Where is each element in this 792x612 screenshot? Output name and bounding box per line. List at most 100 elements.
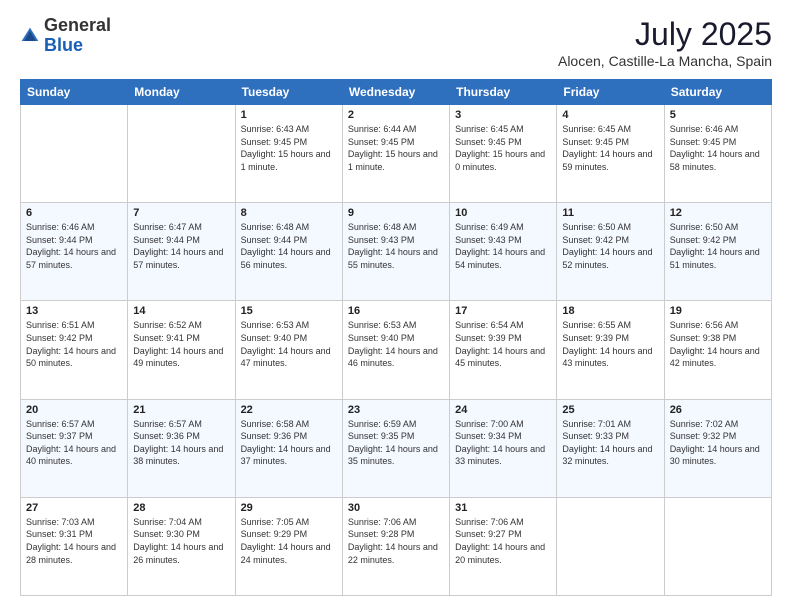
col-friday: Friday: [557, 80, 664, 105]
day-info: Sunrise: 6:43 AM Sunset: 9:45 PM Dayligh…: [241, 123, 337, 173]
calendar-cell: 6Sunrise: 6:46 AM Sunset: 9:44 PM Daylig…: [21, 203, 128, 301]
day-number: 8: [241, 207, 337, 219]
day-info: Sunrise: 6:50 AM Sunset: 9:42 PM Dayligh…: [670, 221, 766, 271]
calendar-cell: 1 Sunrise: 6:43 AM Sunset: 9:45 PM Daylig…: [235, 105, 342, 203]
calendar-week-2: 13 Sunrise: 6:51 AM Sunset: 9:42 PM Dayli…: [21, 301, 772, 399]
day-number: 31: [455, 502, 551, 514]
calendar-cell: 15Sunrise: 6:53 AM Sunset: 9:40 PM Dayli…: [235, 301, 342, 399]
day-number: 11: [562, 207, 658, 219]
logo: General Blue: [20, 16, 111, 56]
day-number: 20: [26, 404, 122, 416]
day-number: 24: [455, 404, 551, 416]
day-info: Sunrise: 6:46 AM Sunset: 9:44 PM Dayligh…: [26, 221, 122, 271]
day-info: Sunrise: 7:01 AM Sunset: 9:33 PM Dayligh…: [562, 418, 658, 468]
calendar-cell: 18Sunrise: 6:55 AM Sunset: 9:39 PM Dayli…: [557, 301, 664, 399]
calendar-cell: 8 Sunrise: 6:48 AM Sunset: 9:44 PM Daylig…: [235, 203, 342, 301]
calendar-cell: 26Sunrise: 7:02 AM Sunset: 9:32 PM Dayli…: [664, 399, 771, 497]
day-info: Sunrise: 6:55 AM Sunset: 9:39 PM Dayligh…: [562, 319, 658, 369]
logo-icon: [20, 26, 40, 46]
calendar-cell: [21, 105, 128, 203]
calendar-cell: 28Sunrise: 7:04 AM Sunset: 9:30 PM Dayli…: [128, 497, 235, 595]
col-wednesday: Wednesday: [342, 80, 449, 105]
day-number: 16: [348, 305, 444, 317]
day-number: 17: [455, 305, 551, 317]
day-number: 26: [670, 404, 766, 416]
day-number: 2: [348, 109, 444, 121]
day-info: Sunrise: 6:58 AM Sunset: 9:36 PM Dayligh…: [241, 418, 337, 468]
day-number: 4: [562, 109, 658, 121]
logo-text: General Blue: [44, 16, 111, 56]
col-thursday: Thursday: [450, 80, 557, 105]
day-number: 14: [133, 305, 229, 317]
header: General Blue July 2025 Alocen, Castille-…: [20, 16, 772, 69]
day-info: Sunrise: 6:48 AM Sunset: 9:43 PM Dayligh…: [348, 221, 444, 271]
day-number: 27: [26, 502, 122, 514]
day-number: 15: [241, 305, 337, 317]
col-monday: Monday: [128, 80, 235, 105]
calendar-cell: 29 Sunrise: 7:05 AM Sunset: 9:29 PM Dayli…: [235, 497, 342, 595]
day-number: 5: [670, 109, 766, 121]
day-number: 22: [241, 404, 337, 416]
day-number: 28: [133, 502, 229, 514]
calendar-cell: 30 Sunrise: 7:06 AM Sunset: 9:28 PM Dayli…: [342, 497, 449, 595]
day-info: Sunrise: 6:57 AM Sunset: 9:36 PM Dayligh…: [133, 418, 229, 468]
calendar-cell: 16Sunrise: 6:53 AM Sunset: 9:40 PM Dayli…: [342, 301, 449, 399]
calendar-cell: [664, 497, 771, 595]
day-info: Sunrise: 6:57 AM Sunset: 9:37 PM Dayligh…: [26, 418, 122, 468]
calendar-cell: 13 Sunrise: 6:51 AM Sunset: 9:42 PM Dayli…: [21, 301, 128, 399]
day-info: Sunrise: 7:06 AM Sunset: 9:28 PM Dayligh…: [348, 516, 444, 566]
calendar-cell: 2 Sunrise: 6:44 AM Sunset: 9:45 PM Daylig…: [342, 105, 449, 203]
calendar-cell: 5Sunrise: 6:46 AM Sunset: 9:45 PM Daylig…: [664, 105, 771, 203]
calendar-cell: 23 Sunrise: 6:59 AM Sunset: 9:35 PM Dayli…: [342, 399, 449, 497]
calendar-cell: 20 Sunrise: 6:57 AM Sunset: 9:37 PM Dayli…: [21, 399, 128, 497]
calendar-cell: 11 Sunrise: 6:50 AM Sunset: 9:42 PM Dayli…: [557, 203, 664, 301]
day-info: Sunrise: 7:00 AM Sunset: 9:34 PM Dayligh…: [455, 418, 551, 468]
day-number: 9: [348, 207, 444, 219]
page: General Blue July 2025 Alocen, Castille-…: [0, 0, 792, 612]
day-number: 30: [348, 502, 444, 514]
month-title: July 2025: [558, 16, 772, 53]
calendar-table: Sunday Monday Tuesday Wednesday Thursday…: [20, 79, 772, 596]
day-number: 13: [26, 305, 122, 317]
day-number: 23: [348, 404, 444, 416]
day-number: 29: [241, 502, 337, 514]
calendar-cell: 4 Sunrise: 6:45 AM Sunset: 9:45 PM Daylig…: [557, 105, 664, 203]
calendar-week-3: 20 Sunrise: 6:57 AM Sunset: 9:37 PM Dayli…: [21, 399, 772, 497]
calendar-cell: 17 Sunrise: 6:54 AM Sunset: 9:39 PM Dayli…: [450, 301, 557, 399]
day-info: Sunrise: 6:44 AM Sunset: 9:45 PM Dayligh…: [348, 123, 444, 173]
calendar-cell: [557, 497, 664, 595]
day-info: Sunrise: 6:54 AM Sunset: 9:39 PM Dayligh…: [455, 319, 551, 369]
day-info: Sunrise: 6:51 AM Sunset: 9:42 PM Dayligh…: [26, 319, 122, 369]
calendar-cell: 19Sunrise: 6:56 AM Sunset: 9:38 PM Dayli…: [664, 301, 771, 399]
day-number: 21: [133, 404, 229, 416]
calendar-cell: 7Sunrise: 6:47 AM Sunset: 9:44 PM Daylig…: [128, 203, 235, 301]
day-info: Sunrise: 7:06 AM Sunset: 9:27 PM Dayligh…: [455, 516, 551, 566]
calendar-cell: [128, 105, 235, 203]
day-info: Sunrise: 6:48 AM Sunset: 9:44 PM Dayligh…: [241, 221, 337, 271]
col-tuesday: Tuesday: [235, 80, 342, 105]
day-number: 10: [455, 207, 551, 219]
calendar-cell: 21 Sunrise: 6:57 AM Sunset: 9:36 PM Dayli…: [128, 399, 235, 497]
calendar-cell: 9 Sunrise: 6:48 AM Sunset: 9:43 PM Daylig…: [342, 203, 449, 301]
day-number: 1: [241, 109, 337, 121]
location-title: Alocen, Castille-La Mancha, Spain: [558, 53, 772, 69]
day-info: Sunrise: 6:45 AM Sunset: 9:45 PM Dayligh…: [562, 123, 658, 173]
day-info: Sunrise: 6:45 AM Sunset: 9:45 PM Dayligh…: [455, 123, 551, 173]
day-number: 25: [562, 404, 658, 416]
calendar-cell: 25 Sunrise: 7:01 AM Sunset: 9:33 PM Dayli…: [557, 399, 664, 497]
title-block: July 2025 Alocen, Castille-La Mancha, Sp…: [558, 16, 772, 69]
calendar-cell: 3Sunrise: 6:45 AM Sunset: 9:45 PM Daylig…: [450, 105, 557, 203]
day-info: Sunrise: 6:59 AM Sunset: 9:35 PM Dayligh…: [348, 418, 444, 468]
day-info: Sunrise: 6:50 AM Sunset: 9:42 PM Dayligh…: [562, 221, 658, 271]
calendar-cell: 24 Sunrise: 7:00 AM Sunset: 9:34 PM Dayli…: [450, 399, 557, 497]
day-number: 12: [670, 207, 766, 219]
day-number: 19: [670, 305, 766, 317]
calendar-cell: 22 Sunrise: 6:58 AM Sunset: 9:36 PM Dayli…: [235, 399, 342, 497]
day-info: Sunrise: 7:03 AM Sunset: 9:31 PM Dayligh…: [26, 516, 122, 566]
calendar-cell: 27 Sunrise: 7:03 AM Sunset: 9:31 PM Dayli…: [21, 497, 128, 595]
day-info: Sunrise: 7:05 AM Sunset: 9:29 PM Dayligh…: [241, 516, 337, 566]
calendar-header-row: Sunday Monday Tuesday Wednesday Thursday…: [21, 80, 772, 105]
calendar-week-1: 6Sunrise: 6:46 AM Sunset: 9:44 PM Daylig…: [21, 203, 772, 301]
col-sunday: Sunday: [21, 80, 128, 105]
day-info: Sunrise: 6:52 AM Sunset: 9:41 PM Dayligh…: [133, 319, 229, 369]
